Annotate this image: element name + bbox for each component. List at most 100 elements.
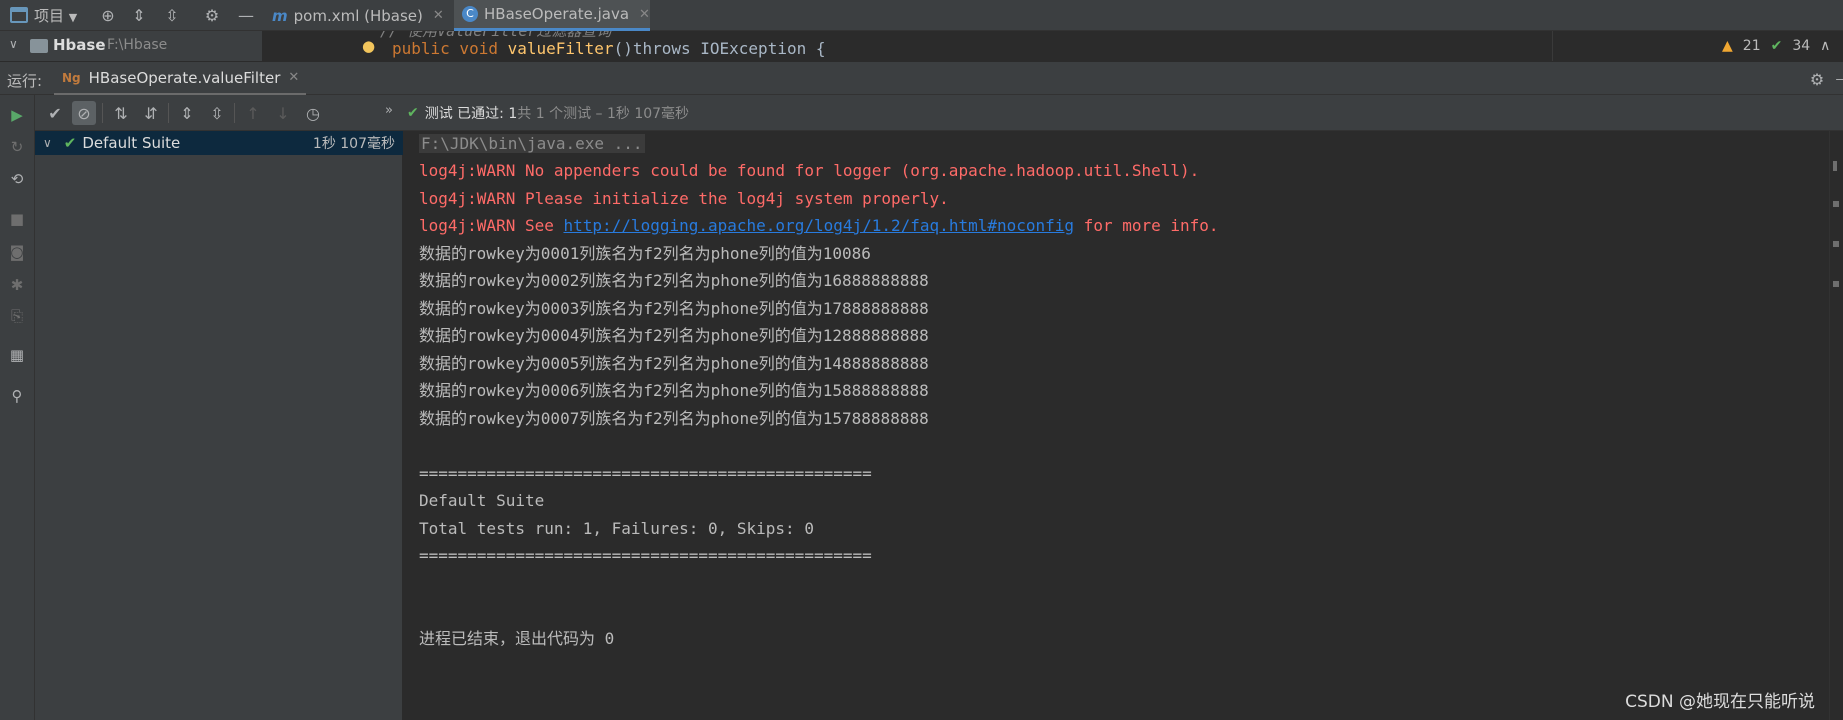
run-config-name: HBaseOperate.valueFilter	[88, 68, 281, 87]
console-output[interactable]: F:\JDK\bin\java.exe ... log4j:WARN No ap…	[403, 131, 1829, 720]
rerun-icon[interactable]: ▶	[5, 103, 29, 127]
code-rest: ()throws IOException {	[613, 39, 826, 58]
warning-count: 21	[1742, 38, 1761, 54]
toggle-auto-test-icon[interactable]: ⟲	[5, 167, 29, 191]
sort-duration-icon[interactable]: ⇵	[139, 101, 163, 125]
java-class-icon: C	[462, 6, 478, 22]
project-label: 项目	[34, 7, 65, 25]
scroll-marker	[1833, 161, 1837, 171]
lightbulb-icon[interactable]: ●	[362, 37, 375, 55]
collapse-all-icon[interactable]: ⇳	[205, 101, 229, 125]
code-keyword: public void	[392, 39, 508, 58]
minimize-icon[interactable]: —	[234, 3, 258, 27]
rerun-failed-icon[interactable]: ↻	[5, 135, 29, 159]
test-status: ✔ 测试 已通过: 1 共 1 个测试 – 1秒 107毫秒	[407, 103, 689, 123]
code-line: public void valueFilter()throws IOExcept…	[392, 39, 825, 58]
console-row: 数据的rowkey为0001列族名为f2列名为phone列的值为10086	[419, 244, 871, 263]
project-path: F:\Hbase	[107, 37, 168, 53]
maven-icon: m	[272, 6, 288, 25]
layout-icon[interactable]: ▦	[5, 343, 29, 367]
suite-name: Default Suite	[82, 134, 181, 152]
run-tool-window-header: 运行: Ng HBaseOperate.valueFilter ✕ ⚙ —	[0, 61, 1843, 96]
pass-icon: ✔	[407, 105, 419, 121]
suite-duration: 1秒 107毫秒	[312, 136, 395, 152]
close-icon[interactable]: ✕	[433, 8, 444, 23]
tab-label: pom.xml (Hbase)	[293, 6, 423, 25]
stop-icon[interactable]: ■	[5, 207, 29, 231]
scroll-marker	[1833, 281, 1839, 287]
show-passed-icon[interactable]: ✔	[43, 101, 67, 125]
console-right-strip	[1829, 131, 1843, 720]
scroll-marker	[1833, 241, 1839, 247]
tree-row-default-suite[interactable]: ∨ ✔ Default Suite 1秒 107毫秒	[35, 131, 403, 155]
next-test-icon[interactable]: ↓	[271, 101, 295, 125]
exit-message: 进程已结束，退出代码为 0	[419, 629, 615, 648]
warning-icon: ▲	[1722, 38, 1733, 54]
console-row: 数据的rowkey为0003列族名为f2列名为phone列的值为17888888…	[419, 299, 929, 318]
pin-icon[interactable]: ⚲	[5, 384, 29, 408]
close-icon[interactable]: ✕	[288, 70, 299, 85]
suite-summary-title: Default Suite	[419, 491, 545, 510]
command-line: F:\JDK\bin\java.exe ...	[419, 134, 645, 153]
more-icon[interactable]: »	[385, 103, 393, 118]
console-row: 数据的rowkey为0007列族名为f2列名为phone列的值为15788888…	[419, 409, 929, 428]
expand-all-icon[interactable]: ⇕	[175, 101, 199, 125]
run-label: 运行:	[7, 72, 43, 90]
camera-icon[interactable]: ◙	[5, 240, 29, 264]
test-tree: ∨ ✔ Default Suite 1秒 107毫秒	[35, 131, 403, 720]
status-suffix: 共 1 个测试 – 1秒 107毫秒	[517, 106, 690, 122]
folder-icon	[30, 39, 48, 53]
console-line: F:\JDK\bin\java.exe ...	[419, 133, 645, 155]
console-row: 数据的rowkey为0002列族名为f2列名为phone列的值为16888888…	[419, 271, 929, 290]
run-config-tab[interactable]: Ng HBaseOperate.valueFilter ✕	[54, 62, 306, 96]
faq-link[interactable]: http://logging.apache.org/log4j/1.2/faq.…	[564, 216, 1075, 235]
left-tool-strip: ▶ ↻ ⟲ ■ ◙ ✱ ⎘ ▦ ⚲	[0, 95, 35, 720]
chevron-up-icon[interactable]: ∧	[1820, 38, 1830, 54]
project-root-row[interactable]: ∨ Hbase F:\Hbase	[0, 31, 262, 61]
chevron-down-icon: ∨	[43, 136, 52, 150]
separator-line: ========================================…	[419, 464, 872, 483]
project-view-selector[interactable]: 项目 ▼	[34, 5, 77, 26]
editor-strip: // 使用ValueFilter过滤器查询 ● public void valu…	[262, 31, 1843, 61]
gear-icon[interactable]: ⚙	[200, 3, 224, 27]
project-name: Hbase	[53, 36, 106, 54]
separator-line: ========================================…	[419, 546, 872, 565]
history-icon[interactable]: ◷	[301, 101, 325, 125]
gear-icon[interactable]: ⚙	[1805, 67, 1829, 91]
testng-icon: Ng	[62, 70, 81, 85]
debug-icon[interactable]: ✱	[5, 273, 29, 297]
console-row: 数据的rowkey为0006列族名为f2列名为phone列的值为15888888…	[419, 381, 929, 400]
check-count: 34	[1792, 38, 1811, 54]
check-icon: ✔	[1770, 38, 1783, 54]
console-warning: log4j:WARN Please initialize the log4j s…	[419, 189, 949, 208]
expand-all-icon[interactable]: ⇕	[127, 3, 151, 27]
show-ignored-icon[interactable]: ⊘	[72, 101, 96, 125]
collapse-all-icon[interactable]: ⇳	[160, 3, 184, 27]
close-icon[interactable]: ✕	[639, 7, 650, 22]
warning-prefix: log4j:WARN See	[419, 216, 564, 235]
chevron-down-icon: ▼	[68, 11, 78, 24]
minimize-icon[interactable]: —	[1830, 67, 1843, 91]
console-warning: log4j:WARN No appenders could be found f…	[419, 161, 1200, 180]
inspection-widget[interactable]: ▲ 21 ✔ 34 ∧	[1722, 38, 1830, 54]
locate-icon[interactable]: ⊕	[96, 3, 120, 27]
chevron-down-icon: ∨	[9, 37, 18, 51]
console-row: 数据的rowkey为0004列族名为f2列名为phone列的值为12888888…	[419, 326, 929, 345]
code-method: valueFilter	[507, 39, 614, 58]
tab-label: HBaseOperate.java	[484, 5, 630, 23]
scroll-marker	[1833, 201, 1839, 207]
tab-hbaseoperate-java[interactable]: C HBaseOperate.java ✕	[454, 0, 650, 31]
console-warning: log4j:WARN See http://logging.apache.org…	[419, 215, 1219, 237]
tab-pom-xml[interactable]: m pom.xml (Hbase) ✕	[262, 0, 454, 31]
suite-summary-totals: Total tests run: 1, Failures: 0, Skips: …	[419, 519, 814, 538]
sort-alpha-icon[interactable]: ⇅	[109, 101, 133, 125]
previous-test-icon[interactable]: ↑	[241, 101, 265, 125]
pass-icon: ✔	[63, 134, 77, 152]
warning-suffix: for more info.	[1074, 216, 1219, 235]
exit-icon[interactable]: ⎘	[5, 304, 29, 328]
project-window-icon	[10, 7, 28, 23]
status-prefix: 测试 已通过: 1	[424, 106, 518, 122]
test-toolbar: ✔ ⊘ ⇅ ⇵ ⇕ ⇳ ↑ ↓ ◷ » ✔ 测试 已通过: 1 共 1 个测试 …	[35, 95, 1843, 131]
top-bar: 项目 ▼ ⊕ ⇕ ⇳ ⚙ — m pom.xml (Hbase) ✕ C HBa…	[0, 0, 1843, 31]
console-row: 数据的rowkey为0005列族名为f2列名为phone列的值为14888888…	[419, 354, 929, 373]
